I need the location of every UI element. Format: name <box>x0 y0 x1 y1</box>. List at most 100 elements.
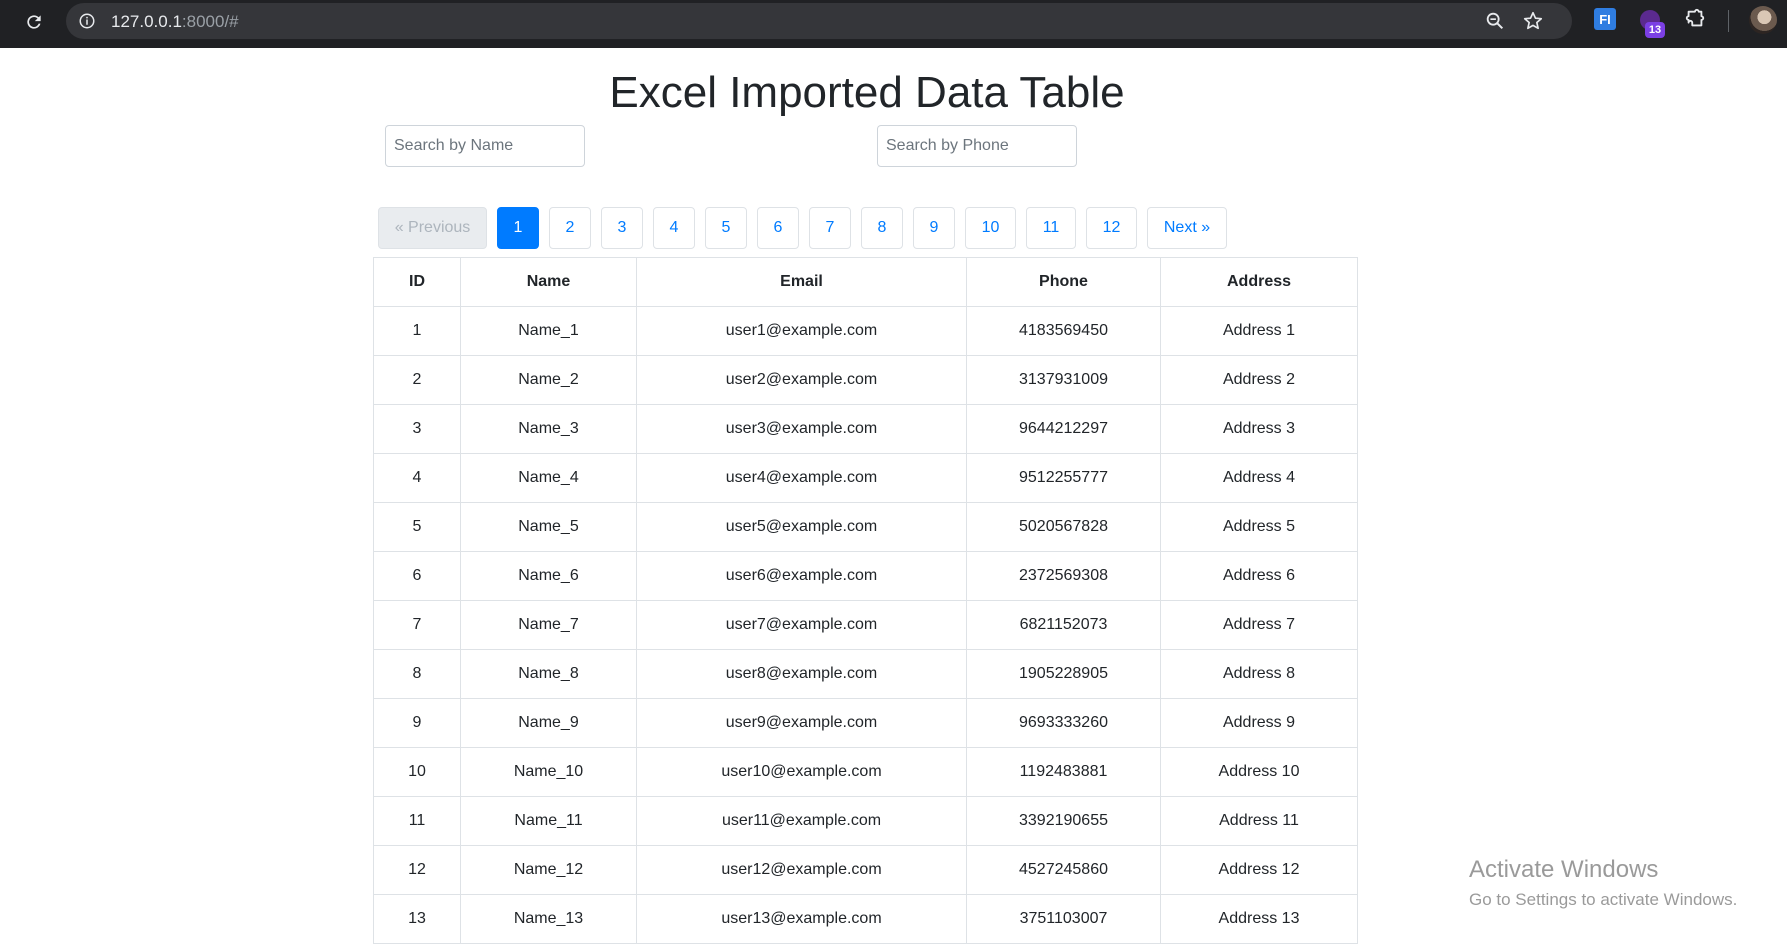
url-host: 127.0.0.1 <box>111 12 182 31</box>
cell-email: user3@example.com <box>636 404 967 454</box>
cell-phone: 4527245860 <box>966 845 1161 895</box>
cell-id: 7 <box>373 600 461 650</box>
page-button-4[interactable]: 4 <box>653 207 695 249</box>
cell-phone: 3751103007 <box>966 894 1161 944</box>
table-row: 3 Name_3 user3@example.com 9644212297 Addres… <box>373 404 1358 454</box>
extensions-puzzle-icon[interactable] <box>1684 8 1708 32</box>
cell-email: user2@example.com <box>636 355 967 405</box>
table-body: 1 Name_1 user1@example.com 4183569450 Addres… <box>373 306 1358 944</box>
address-bar[interactable]: 127.0.0.1:8000/# <box>66 3 1572 39</box>
cell-phone: 9693333260 <box>966 698 1161 748</box>
zoom-icon[interactable] <box>1484 10 1508 34</box>
cell-address: Address 13 <box>1160 894 1358 944</box>
cell-address: Address 2 <box>1160 355 1358 405</box>
cell-name: Name_3 <box>460 404 637 454</box>
watermark-subtitle: Go to Settings to activate Windows. <box>1469 890 1738 909</box>
cell-email: user4@example.com <box>636 453 967 503</box>
site-info-icon[interactable] <box>76 10 98 32</box>
cell-email: user5@example.com <box>636 502 967 552</box>
cell-phone: 6821152073 <box>966 600 1161 650</box>
cell-phone: 1192483881 <box>966 747 1161 797</box>
header-phone: Phone <box>966 257 1161 307</box>
previous-page-button[interactable]: « Previous <box>378 207 487 249</box>
cell-id: 1 <box>373 306 461 356</box>
table-row: 4 Name_4 user4@example.com 9512255777 Addres… <box>373 453 1358 503</box>
extension-badge-count: 13 <box>1645 22 1665 38</box>
cell-phone: 4183569450 <box>966 306 1161 356</box>
cell-name: Name_5 <box>460 502 637 552</box>
bookmark-star-icon[interactable] <box>1522 10 1546 34</box>
cell-address: Address 5 <box>1160 502 1358 552</box>
cell-id: 10 <box>373 747 461 797</box>
cell-name: Name_6 <box>460 551 637 601</box>
cell-id: 9 <box>373 698 461 748</box>
page-title: Excel Imported Data Table <box>609 68 1125 117</box>
cell-address: Address 4 <box>1160 453 1358 503</box>
cell-phone: 1905228905 <box>966 649 1161 699</box>
cell-address: Address 8 <box>1160 649 1358 699</box>
cell-address: Address 12 <box>1160 845 1358 895</box>
header-email: Email <box>636 257 967 307</box>
profile-avatar[interactable] <box>1749 6 1777 34</box>
next-page-button[interactable]: Next » <box>1147 207 1227 249</box>
table-row: 11 Name_11 user11@example.com 3392190655 Add… <box>373 796 1358 846</box>
cell-address: Address 9 <box>1160 698 1358 748</box>
reload-icon[interactable] <box>20 8 48 36</box>
table-row: 8 Name_8 user8@example.com 1905228905 Addres… <box>373 649 1358 699</box>
page-button-11[interactable]: 11 <box>1026 207 1076 249</box>
cell-name: Name_9 <box>460 698 637 748</box>
cell-email: user11@example.com <box>636 796 967 846</box>
cell-address: Address 7 <box>1160 600 1358 650</box>
cell-phone: 9644212297 <box>966 404 1161 454</box>
cell-address: Address 6 <box>1160 551 1358 601</box>
url-text[interactable]: 127.0.0.1:8000/# <box>111 12 239 32</box>
page-button-8[interactable]: 8 <box>861 207 903 249</box>
browser-toolbar: 127.0.0.1:8000/# FI 13 <box>0 0 1787 48</box>
extension-badge-icon[interactable]: 13 <box>1640 8 1670 38</box>
cell-name: Name_2 <box>460 355 637 405</box>
cell-name: Name_10 <box>460 747 637 797</box>
cell-email: user6@example.com <box>636 551 967 601</box>
page-button-7[interactable]: 7 <box>809 207 851 249</box>
watermark-title: Activate Windows <box>1469 856 1659 883</box>
cell-email: user8@example.com <box>636 649 967 699</box>
search-name-input[interactable] <box>385 125 585 167</box>
page-button-1[interactable]: 1 <box>497 207 539 249</box>
table-row: 7 Name_7 user7@example.com 6821152073 Addres… <box>373 600 1358 650</box>
page-button-10[interactable]: 10 <box>965 207 1016 249</box>
page-button-2[interactable]: 2 <box>549 207 591 249</box>
windows-activation-watermark: Activate Windows Go to Settings to activ… <box>1469 856 1737 910</box>
table-row: 5 Name_5 user5@example.com 5020567828 Addres… <box>373 502 1358 552</box>
cell-address: Address 10 <box>1160 747 1358 797</box>
toolbar-divider <box>1728 10 1729 32</box>
cell-email: user9@example.com <box>636 698 967 748</box>
cell-name: Name_8 <box>460 649 637 699</box>
cell-email: user10@example.com <box>636 747 967 797</box>
cell-name: Name_1 <box>460 306 637 356</box>
search-phone-input[interactable] <box>877 125 1077 167</box>
cell-email: user13@example.com <box>636 894 967 944</box>
cell-address: Address 11 <box>1160 796 1358 846</box>
cell-phone: 2372569308 <box>966 551 1161 601</box>
page-button-6[interactable]: 6 <box>757 207 799 249</box>
table-row: 10 Name_10 user10@example.com 1192483881 Add… <box>373 747 1358 797</box>
url-path: :8000/# <box>181 12 239 31</box>
table-row: 12 Name_12 user12@example.com 4527245860 Add… <box>373 845 1358 895</box>
pagination: « Previous 1 2 3 4 5 6 7 8 9 10 11 12 Ne… <box>378 207 1237 249</box>
table-row: 9 Name_9 user9@example.com 9693333260 Addres… <box>373 698 1358 748</box>
cell-id: 3 <box>373 404 461 454</box>
header-address: Address <box>1160 257 1358 307</box>
page-button-12[interactable]: 12 <box>1086 207 1137 249</box>
cell-id: 2 <box>373 355 461 405</box>
table-header-row: ID Name Email Phone Address <box>373 257 1358 307</box>
page-button-5[interactable]: 5 <box>705 207 747 249</box>
cell-id: 4 <box>373 453 461 503</box>
page-button-9[interactable]: 9 <box>913 207 955 249</box>
header-id: ID <box>373 257 461 307</box>
cell-id: 6 <box>373 551 461 601</box>
cell-id: 12 <box>373 845 461 895</box>
cell-name: Name_4 <box>460 453 637 503</box>
cell-name: Name_12 <box>460 845 637 895</box>
page-button-3[interactable]: 3 <box>601 207 643 249</box>
extension-fi-icon[interactable]: FI <box>1594 8 1616 30</box>
